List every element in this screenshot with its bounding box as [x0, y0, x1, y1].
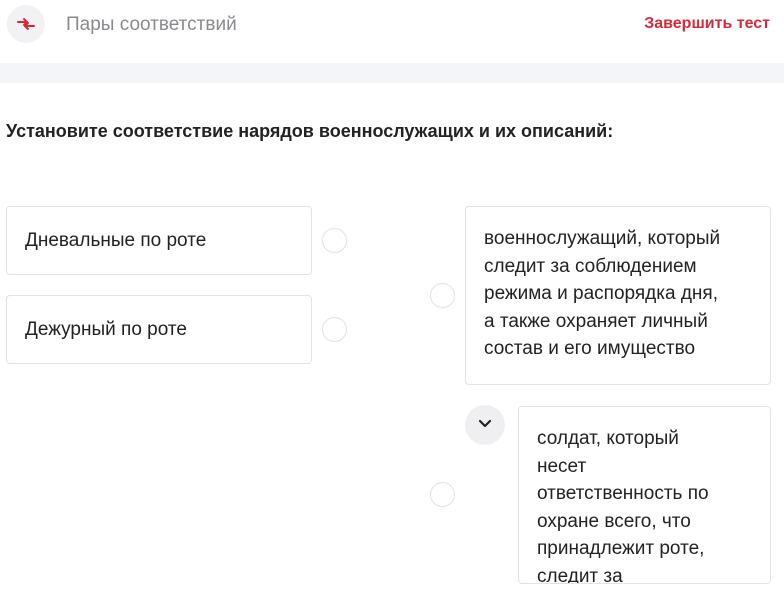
right-item-card[interactable]: солдат, который несет ответственность по… — [518, 406, 771, 584]
collapse-toggle[interactable] — [465, 405, 505, 445]
left-item-radio[interactable] — [322, 317, 347, 342]
right-item-line: следит за — [537, 565, 623, 584]
finish-test-button[interactable]: Завершить тест — [644, 15, 770, 33]
right-item-line: солдат, который — [537, 428, 679, 449]
right-item-line: военнослужащий, который — [484, 228, 721, 249]
divider-band — [0, 63, 784, 83]
right-item-radio[interactable] — [430, 482, 455, 507]
right-item-radio[interactable] — [430, 283, 455, 308]
left-item-card[interactable]: Дневальные по роте — [6, 206, 312, 275]
right-item-line: а также охраняет личный — [484, 310, 708, 332]
right-item-line: несет — [537, 455, 587, 477]
page-title: Пары соответствий — [66, 14, 237, 35]
question-text: Установите соответствие нарядов военносл… — [6, 121, 614, 141]
right-item-line: режима и распорядка дня, — [484, 283, 718, 304]
chevron-down-icon — [478, 416, 492, 434]
right-item-line: состав и его имущество — [484, 338, 696, 359]
left-item-radio[interactable] — [322, 228, 347, 253]
left-item-card[interactable]: Дежурный по роте — [6, 295, 312, 364]
swap-arrows-icon — [7, 5, 45, 43]
left-item-label: Дневальные по роте — [25, 229, 207, 251]
right-item-line: ответственность по — [537, 483, 709, 504]
right-item-line: следит за соблюдением — [484, 255, 697, 277]
left-item-label: Дежурный по роте — [25, 318, 187, 340]
right-item-line: охране всего, что — [537, 510, 691, 532]
right-item-line: принадлежит роте, — [537, 538, 705, 559]
header-bar: Пары соответствий Завершить тест — [0, 0, 784, 50]
right-item-card[interactable]: военнослужащий, который следит за соблюд… — [465, 206, 771, 385]
